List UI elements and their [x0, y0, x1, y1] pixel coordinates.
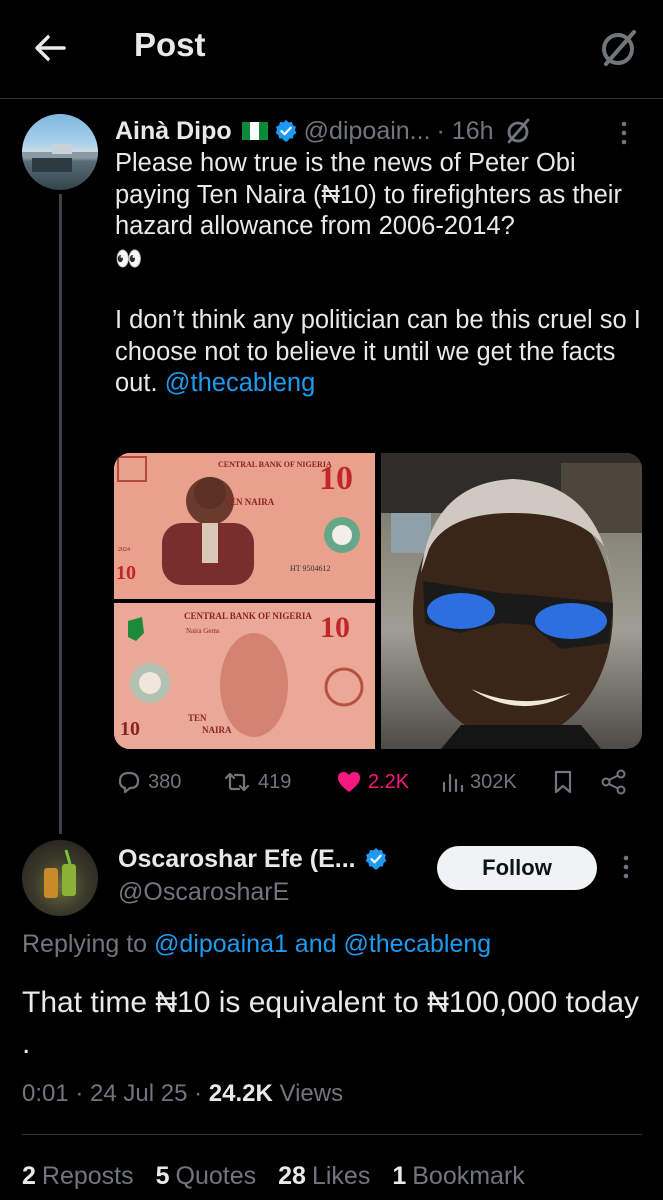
replying-to-mentions[interactable]: @dipoaina1 and @thecableng — [154, 930, 491, 958]
note-top-bank-text: CENTRAL BANK OF NIGERIA — [218, 460, 332, 469]
author-name[interactable]: Ainà Dipo — [115, 117, 232, 146]
more-options-icon[interactable] — [612, 118, 636, 148]
note-ten-naira: TEN NAIRA — [224, 497, 275, 507]
reply-timestamp[interactable]: 0:01 · 24 Jul 25 · — [22, 1080, 202, 1107]
views-icon — [442, 773, 464, 793]
note-bottom-naira: NAIRA — [202, 725, 232, 735]
divider — [22, 1134, 642, 1135]
share-icon — [601, 769, 626, 795]
reply-views-count: 24.2K — [208, 1080, 273, 1107]
bookmark-icon — [554, 770, 572, 794]
note-serial: HT 9504612 — [290, 564, 331, 573]
reply-header: Oscaroshar Efe (E... — [118, 842, 388, 876]
back-arrow-icon[interactable] — [30, 28, 70, 68]
note-bottom-bank-text: CENTRAL BANK OF NIGERIA — [184, 611, 312, 621]
bookmarks-stat[interactable]: 1 Bookmark — [392, 1162, 524, 1191]
header-bar: Post — [0, 0, 663, 99]
share-action[interactable] — [600, 764, 628, 800]
replying-prefix: Replying to — [22, 930, 148, 958]
note-top-value: 10 — [319, 460, 353, 497]
author-handle[interactable]: @dipoain... — [304, 117, 431, 146]
reply-text: That time ₦10 is equivalent to ₦100,000 … — [22, 986, 640, 1060]
repost-icon — [224, 772, 250, 792]
note-side-value: 10 — [116, 562, 136, 584]
reply-views-label: Views — [279, 1080, 344, 1107]
thread-line — [59, 194, 62, 834]
peter-obi-photo[interactable] — [381, 453, 642, 749]
reposts-stat[interactable]: 2 Reposts — [22, 1162, 134, 1191]
note-bottom-value: 10 — [320, 611, 350, 644]
naira-banknote-image[interactable]: CENTRAL BANK OF NIGERIA 10 TEN NAIRA 10 … — [114, 453, 375, 749]
repost-count: 419 — [258, 770, 292, 793]
note-year: 2024 — [118, 547, 130, 553]
verified-badge-icon — [365, 848, 387, 870]
reply-action[interactable]: 380 — [116, 764, 181, 800]
reply-author-name[interactable]: Oscaroshar Efe (E... — [118, 845, 356, 874]
reply-count: 380 — [148, 770, 182, 793]
follow-button[interactable]: Follow — [437, 846, 597, 890]
reply-stats: 2 Reposts 5 Quotes 28 Likes 1 Bookmark — [22, 1162, 525, 1191]
like-action[interactable]: 2.2K — [336, 764, 409, 800]
likes-stat[interactable]: 28 Likes — [278, 1162, 370, 1191]
views-action[interactable]: 302K — [440, 764, 517, 800]
note-naira-gems: Naira Gems — [186, 627, 220, 635]
nigeria-flag-icon — [241, 122, 268, 140]
author-avatar[interactable] — [22, 114, 98, 190]
reply-author-handle[interactable]: @OscarosharE — [118, 878, 289, 907]
reply-author-avatar[interactable] — [22, 840, 98, 916]
post-time[interactable]: · 16h — [437, 117, 494, 146]
post-media[interactable]: CENTRAL BANK OF NIGERIA 10 TEN NAIRA 10 … — [114, 453, 642, 749]
note-bottom-ten: TEN — [188, 713, 207, 723]
post-text: Please how true is the news of Peter Obi… — [115, 148, 650, 400]
page-title: Post — [134, 26, 206, 63]
post-actions: 380 419 2.2K 302K — [116, 764, 636, 800]
grok-small-icon[interactable] — [504, 117, 532, 145]
more-options-icon[interactable] — [614, 852, 638, 882]
note-bottom-side-value: 10 — [120, 718, 140, 740]
views-count: 302K — [470, 770, 517, 793]
repost-action[interactable]: 419 — [222, 764, 291, 800]
verified-badge-icon — [275, 120, 297, 142]
quotes-stat[interactable]: 5 Quotes — [156, 1162, 257, 1191]
eyes-emoji: 👀 — [115, 245, 143, 271]
grok-icon[interactable] — [598, 28, 638, 68]
replying-to: Replying to @dipoaina1 and @thecableng — [22, 930, 491, 959]
reply-icon — [118, 771, 140, 794]
bookmark-action[interactable] — [552, 764, 574, 800]
post-paragraph-1: Please how true is the news of Peter Obi… — [115, 149, 622, 240]
mention-link[interactable]: @thecableng — [165, 369, 316, 397]
heart-icon — [338, 772, 360, 792]
like-count: 2.2K — [368, 770, 410, 793]
tweet-header: Ainà Dipo @dipoain... · 16h — [115, 114, 532, 148]
reply-meta: 0:01 · 24 Jul 25 · 24.2K Views — [22, 1080, 343, 1108]
